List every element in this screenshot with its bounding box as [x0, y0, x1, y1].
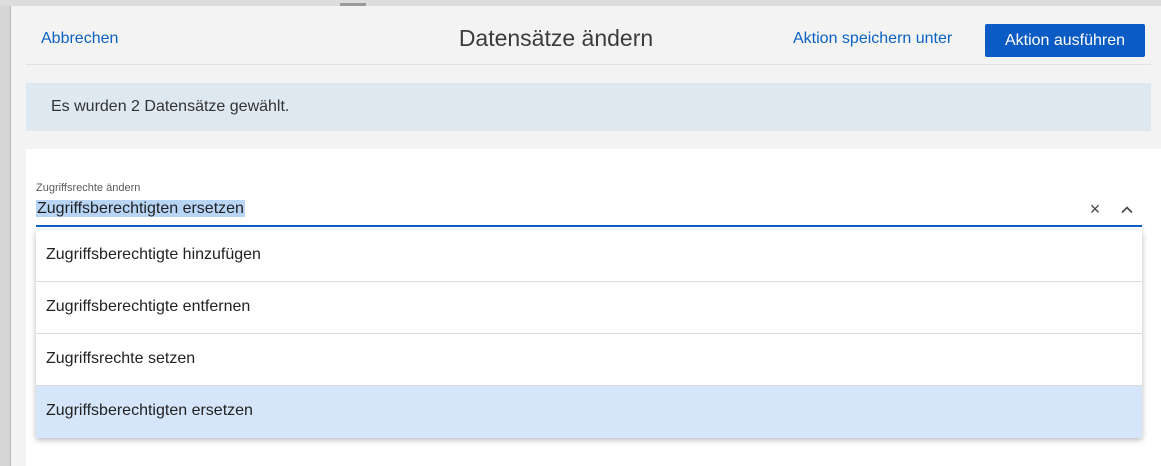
dropdown-option-remove[interactable]: Zugriffsberechtigte entfernen	[36, 282, 1142, 334]
header-divider	[26, 64, 1151, 65]
option-label: Zugriffsrechte setzen	[46, 350, 196, 367]
info-message: Es wurden 2 Datensätze gewählt.	[51, 98, 290, 115]
save-action-as-button[interactable]: Aktion speichern unter	[793, 30, 952, 48]
option-label: Zugriffsberechtigten ersetzen	[46, 402, 253, 419]
panel-header: Abbrechen Datensätze ändern Aktion speic…	[11, 6, 1161, 64]
dropdown-list: Zugriffsberechtigte hinzufügen Zugriffsb…	[36, 230, 1142, 438]
dropdown-option-add[interactable]: Zugriffsberechtigte hinzufügen	[36, 230, 1142, 282]
clear-icon[interactable]: ×	[1086, 198, 1104, 220]
content-card: Zugriffsrechte ändern Zugriffsberechtigt…	[26, 149, 1161, 466]
access-rights-select[interactable]: Zugriffsrechte ändern Zugriffsberechtigt…	[36, 182, 1142, 227]
select-value-wrapper[interactable]: Zugriffsberechtigten ersetzen	[36, 198, 245, 222]
info-banner: Es wurden 2 Datensätze gewählt.	[26, 83, 1151, 131]
field-label: Zugriffsrechte ändern	[36, 182, 141, 194]
field-underline	[36, 225, 1142, 227]
dropdown-option-set-rights[interactable]: Zugriffsrechte setzen	[36, 334, 1142, 386]
dropdown-option-replace[interactable]: Zugriffsberechtigten ersetzen	[36, 386, 1142, 438]
chevron-up-icon[interactable]	[1118, 201, 1136, 219]
edit-records-panel: Abbrechen Datensätze ändern Aktion speic…	[11, 6, 1161, 466]
cancel-button[interactable]: Abbrechen	[41, 30, 118, 48]
option-label: Zugriffsberechtigte hinzufügen	[46, 246, 261, 263]
select-current-value[interactable]: Zugriffsberechtigten ersetzen	[36, 200, 245, 217]
page-title: Datensätze ändern	[458, 25, 654, 51]
run-action-button[interactable]: Aktion ausführen	[985, 24, 1145, 57]
background-left-edge	[0, 6, 10, 466]
option-label: Zugriffsberechtigte entfernen	[46, 298, 251, 315]
